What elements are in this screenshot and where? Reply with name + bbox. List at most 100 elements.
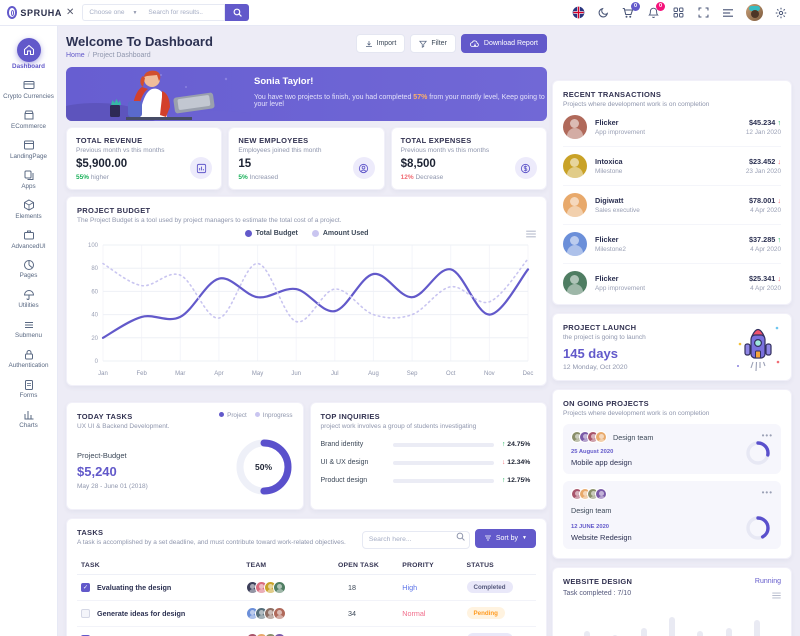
banner-greeting: Sonia Taylor! bbox=[254, 76, 547, 87]
sidebar-item-crypto-currencies[interactable]: Crypto Currencies bbox=[0, 75, 57, 105]
home-icon bbox=[17, 38, 41, 62]
more-options-icon[interactable]: ••• bbox=[762, 431, 773, 440]
legend-item: Amount Used bbox=[312, 230, 369, 237]
category-select-label: Choose one bbox=[89, 9, 124, 16]
breadcrumb-home[interactable]: Home bbox=[66, 52, 85, 59]
sidebar: Dashboard Crypto CurrenciesECommerceLandi… bbox=[0, 26, 58, 636]
budget-menu-icon[interactable] bbox=[526, 230, 536, 238]
sidebar-item-elements[interactable]: Elements bbox=[0, 195, 57, 225]
transaction-role: App improvement bbox=[595, 285, 749, 292]
task-checkbox[interactable] bbox=[81, 609, 90, 618]
project-launch-card: PROJECT LAUNCH the project is going to l… bbox=[552, 313, 792, 381]
search-input[interactable] bbox=[143, 4, 225, 21]
website-design-bar-chart: JanFebMarAprMayJunJul bbox=[563, 597, 781, 636]
filter-button[interactable]: Filter bbox=[410, 34, 456, 53]
settings-gear-icon[interactable] bbox=[774, 6, 788, 20]
sidebar-item-ecommerce[interactable]: ECommerce bbox=[0, 105, 57, 135]
search-button[interactable] bbox=[225, 4, 249, 21]
svg-text:40: 40 bbox=[91, 313, 98, 319]
svg-text:100: 100 bbox=[88, 243, 99, 249]
menu-icon bbox=[22, 318, 35, 331]
fullscreen-icon[interactable] bbox=[696, 6, 710, 20]
more-options-icon[interactable]: ••• bbox=[762, 488, 773, 497]
tasks-subtitle: A task is accomplished by a set deadline… bbox=[77, 539, 346, 546]
project-progress-ring bbox=[745, 515, 771, 541]
sidebar-item-advancedui[interactable]: AdvancedUI bbox=[0, 225, 57, 255]
sidebar-toggle-icon[interactable] bbox=[721, 6, 735, 20]
transaction-date: 4 Apr 2020 bbox=[749, 246, 781, 253]
apps-grid-icon[interactable] bbox=[671, 6, 685, 20]
transaction-name: Intoxica bbox=[595, 157, 746, 166]
notifications-bell-icon[interactable]: 0 bbox=[646, 6, 660, 20]
top-inquiries-subtitle: project work involves a group of student… bbox=[321, 423, 537, 430]
sidebar-item-label: Dashboard bbox=[12, 64, 45, 71]
sort-by-button[interactable]: Sort by ▼ bbox=[475, 529, 536, 548]
close-icon[interactable]: ✕ bbox=[66, 7, 74, 18]
ongoing-project-website-redesign[interactable]: Design team•••12 JUNE 2020Website Redesi… bbox=[563, 481, 781, 549]
top-inquiries-list: Brand identity↑ 24.75%UI & UX design↓ 12… bbox=[321, 441, 537, 484]
sort-icon bbox=[484, 534, 492, 542]
app-logo[interactable]: SPRUHA bbox=[0, 6, 62, 19]
svg-text:Mar: Mar bbox=[175, 371, 185, 377]
website-design-menu-icon[interactable] bbox=[772, 592, 781, 599]
legend-item: Total Budget bbox=[245, 230, 298, 237]
tasks-card: TASKS A task is accomplished by a set de… bbox=[66, 518, 547, 636]
dark-mode-moon-icon[interactable] bbox=[596, 6, 610, 20]
sidebar-item-pages[interactable]: Pages bbox=[0, 254, 57, 284]
sidebar-item-forms[interactable]: Forms bbox=[0, 374, 57, 404]
transaction-row: FlickerApp improvement$45.234 ↑12 Jan 20… bbox=[563, 108, 781, 147]
project-progress-ring bbox=[745, 440, 771, 466]
sidebar-item-apps[interactable]: Apps bbox=[0, 165, 57, 195]
project-budget-title: PROJECT BUDGET bbox=[77, 206, 536, 215]
sidebar-item-landingpage[interactable]: LandingPage bbox=[0, 135, 57, 165]
sidebar-item-label: Utilities bbox=[18, 303, 38, 310]
import-button[interactable]: Import bbox=[356, 34, 406, 53]
today-tasks-subtitle: UX UI & Backend Development. bbox=[77, 423, 293, 430]
user-avatar[interactable] bbox=[746, 4, 763, 21]
tasks-column-prority: PRORITY bbox=[398, 557, 462, 575]
stat-change: 12% Decrease bbox=[401, 174, 537, 181]
page-title: Welcome To Dashboard bbox=[66, 34, 213, 49]
sidebar-item-charts[interactable]: Charts bbox=[0, 404, 57, 434]
box-icon bbox=[22, 199, 35, 212]
sidebar-item-dashboard[interactable]: Dashboard bbox=[0, 34, 57, 75]
sidebar-item-utilities[interactable]: Utilities bbox=[0, 284, 57, 314]
recent-transactions-subtitle: Projects where development work is on co… bbox=[563, 101, 781, 108]
project-budget-card: PROJECT BUDGET The Project Budget is a t… bbox=[66, 196, 547, 386]
task-checkbox[interactable]: ✓ bbox=[81, 583, 90, 592]
banner-message: You have two projects to finish, you had… bbox=[254, 94, 547, 108]
transaction-row: DigiwattSales executive$78.001 ↓4 Apr 20… bbox=[563, 186, 781, 225]
bar-column-feb: Feb bbox=[605, 607, 625, 636]
today-tasks-amount: $5,240 bbox=[77, 464, 148, 479]
ongoing-project-mobile-app-design[interactable]: Design team•••25 August 2020Mobile app d… bbox=[563, 424, 781, 474]
sidebar-item-authentication[interactable]: Authentication bbox=[0, 344, 57, 374]
svg-text:Oct: Oct bbox=[446, 371, 456, 377]
category-select[interactable]: Choose one ▼ bbox=[82, 4, 143, 21]
project-team-avatars bbox=[571, 488, 607, 500]
bar-column-may: May bbox=[690, 607, 710, 636]
cart-icon[interactable]: 0 bbox=[621, 6, 635, 20]
sidebar-item-label: Forms bbox=[20, 393, 38, 400]
notifications-badge: 0 bbox=[656, 2, 665, 11]
svg-text:Dec: Dec bbox=[523, 371, 534, 377]
language-flag-icon[interactable] bbox=[571, 6, 585, 20]
project-team-label: Design team bbox=[613, 433, 653, 442]
transactions-list: FlickerApp improvement$45.234 ↑12 Jan 20… bbox=[563, 108, 781, 302]
utilities-icon bbox=[22, 288, 35, 301]
briefcase-icon bbox=[22, 229, 35, 242]
avatar bbox=[563, 232, 587, 256]
project-date: 12 JUNE 2020 bbox=[571, 524, 773, 530]
trend-down-icon: ↓ bbox=[777, 196, 781, 205]
avatar bbox=[563, 154, 587, 178]
today-tasks-period: May 28 - June 01 (2018) bbox=[77, 483, 148, 490]
sidebar-item-submenu[interactable]: Submenu bbox=[0, 314, 57, 344]
download-report-button[interactable]: Download Report bbox=[461, 34, 547, 53]
website-design-completed: Task completed : 7/10 bbox=[563, 590, 781, 597]
stat-card-total-expenses: TOTAL EXPENSESPrevious month vs this mon… bbox=[391, 127, 547, 190]
layout-icon bbox=[22, 139, 35, 152]
task-priority: Normal bbox=[402, 609, 425, 618]
trend-up-icon: ↑ bbox=[777, 235, 781, 244]
tasks-search-input[interactable] bbox=[362, 531, 470, 549]
users-icon bbox=[353, 157, 375, 179]
today-tasks-donut-label: 50% bbox=[235, 438, 293, 496]
